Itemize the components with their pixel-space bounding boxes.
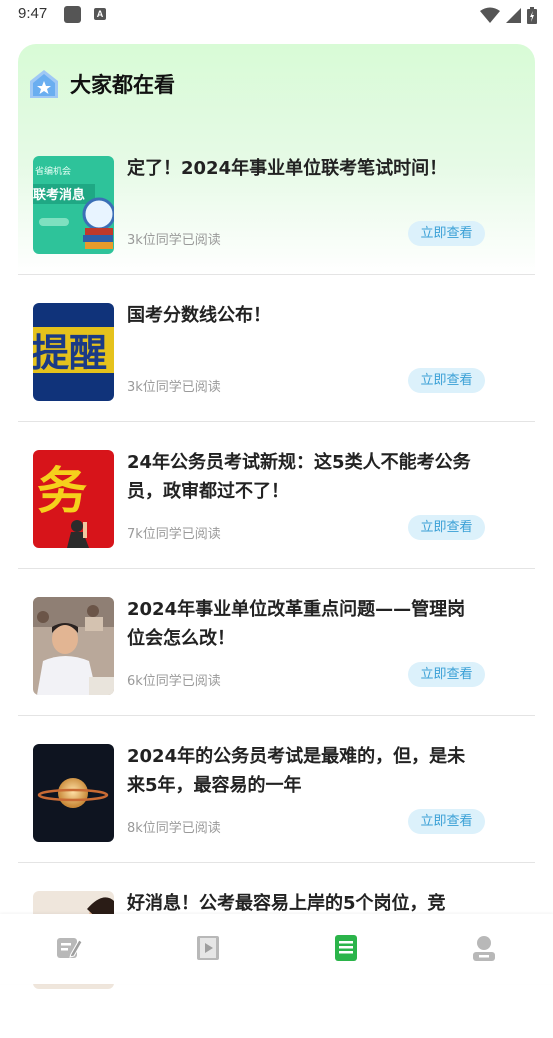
article-thumbnail: 提醒 [33,303,114,401]
a-badge-icon: A [94,8,106,20]
house-star-icon [30,70,58,98]
article-thumbnail: 务 [33,450,114,548]
edit-note-icon[interactable] [55,934,83,962]
meeting-photo-image [33,597,114,695]
exam-news-image: 省编机会 联考消息 [33,156,114,254]
article-thumbnail [33,744,114,842]
read-count: 8k位同学已阅读 [127,821,221,836]
divider [18,274,535,275]
document-list-icon[interactable] [332,934,360,962]
divider [18,715,535,716]
article-title[interactable]: 国考分数线公布！ [127,301,477,330]
article-item[interactable]: 提醒 国考分数线公布！ 3k位同学已阅读 立即查看 [18,303,535,450]
article-item[interactable]: 务 24年公务员考试新规：这5类人不能考公务员，政审都过不了！ 7k位同学已阅读… [18,450,535,597]
read-count: 7k位同学已阅读 [127,527,221,542]
status-bar: 9:47 A [0,0,553,30]
article-thumbnail [33,597,114,695]
popular-articles-card: 大家都在看 省编机会 联考消息 定了！2024年事业单位联考笔试时间！ 3k位同… [18,44,535,989]
video-play-icon[interactable] [194,934,222,962]
article-title[interactable]: 2024年事业单位改革重点问题——管理岗位会怎么改！ [127,595,477,653]
view-now-button[interactable]: 立即查看 [408,662,485,687]
status-time: 9:47 [18,5,48,22]
civil-servant-image: 务 [33,450,114,548]
article-title[interactable]: 2024年的公务员考试是最难的，但，是未来5年，最容易的一年 [127,742,477,800]
thumb-big-text: 务 [37,462,87,520]
view-now-button[interactable]: 立即查看 [408,515,485,540]
view-now-button[interactable]: 立即查看 [408,809,485,834]
article-item[interactable]: 2024年的公务员考试是最难的，但，是未来5年，最容易的一年 8k位同学已阅读 … [18,744,535,891]
read-count: 6k位同学已阅读 [127,674,221,689]
article-item[interactable]: 2024年事业单位改革重点问题——管理岗位会怎么改！ 6k位同学已阅读 立即查看 [18,597,535,744]
wifi-icon [480,7,500,23]
read-count: 3k位同学已阅读 [127,380,221,395]
section-header: 大家都在看 [28,66,175,102]
divider [18,568,535,569]
planet-image [33,744,114,842]
view-now-button[interactable]: 立即查看 [408,221,485,246]
notification-square-icon [64,6,81,23]
section-title: 大家都在看 [70,73,175,97]
read-count: 3k位同学已阅读 [127,233,221,248]
divider [18,862,535,863]
article-title[interactable]: 定了！2024年事业单位联考笔试时间！ [127,154,477,183]
view-now-button[interactable]: 立即查看 [408,368,485,393]
bottom-navigation [0,914,553,984]
reminder-image: 提醒 [33,303,114,401]
user-profile-icon[interactable] [470,934,498,962]
article-item[interactable]: 省编机会 联考消息 定了！2024年事业单位联考笔试时间！ 3k位同学已阅读 立… [18,156,535,303]
article-title[interactable]: 24年公务员考试新规：这5类人不能考公务员，政审都过不了！ [127,448,477,506]
signal-icon [506,7,521,23]
status-icons [480,6,537,24]
battery-icon [527,6,537,24]
thumb-big-text: 提醒 [33,331,107,375]
divider [18,421,535,422]
article-thumbnail: 省编机会 联考消息 [33,156,114,254]
thumb-small-text: 省编机会 [35,165,71,177]
thumb-big-text: 联考消息 [33,187,85,203]
